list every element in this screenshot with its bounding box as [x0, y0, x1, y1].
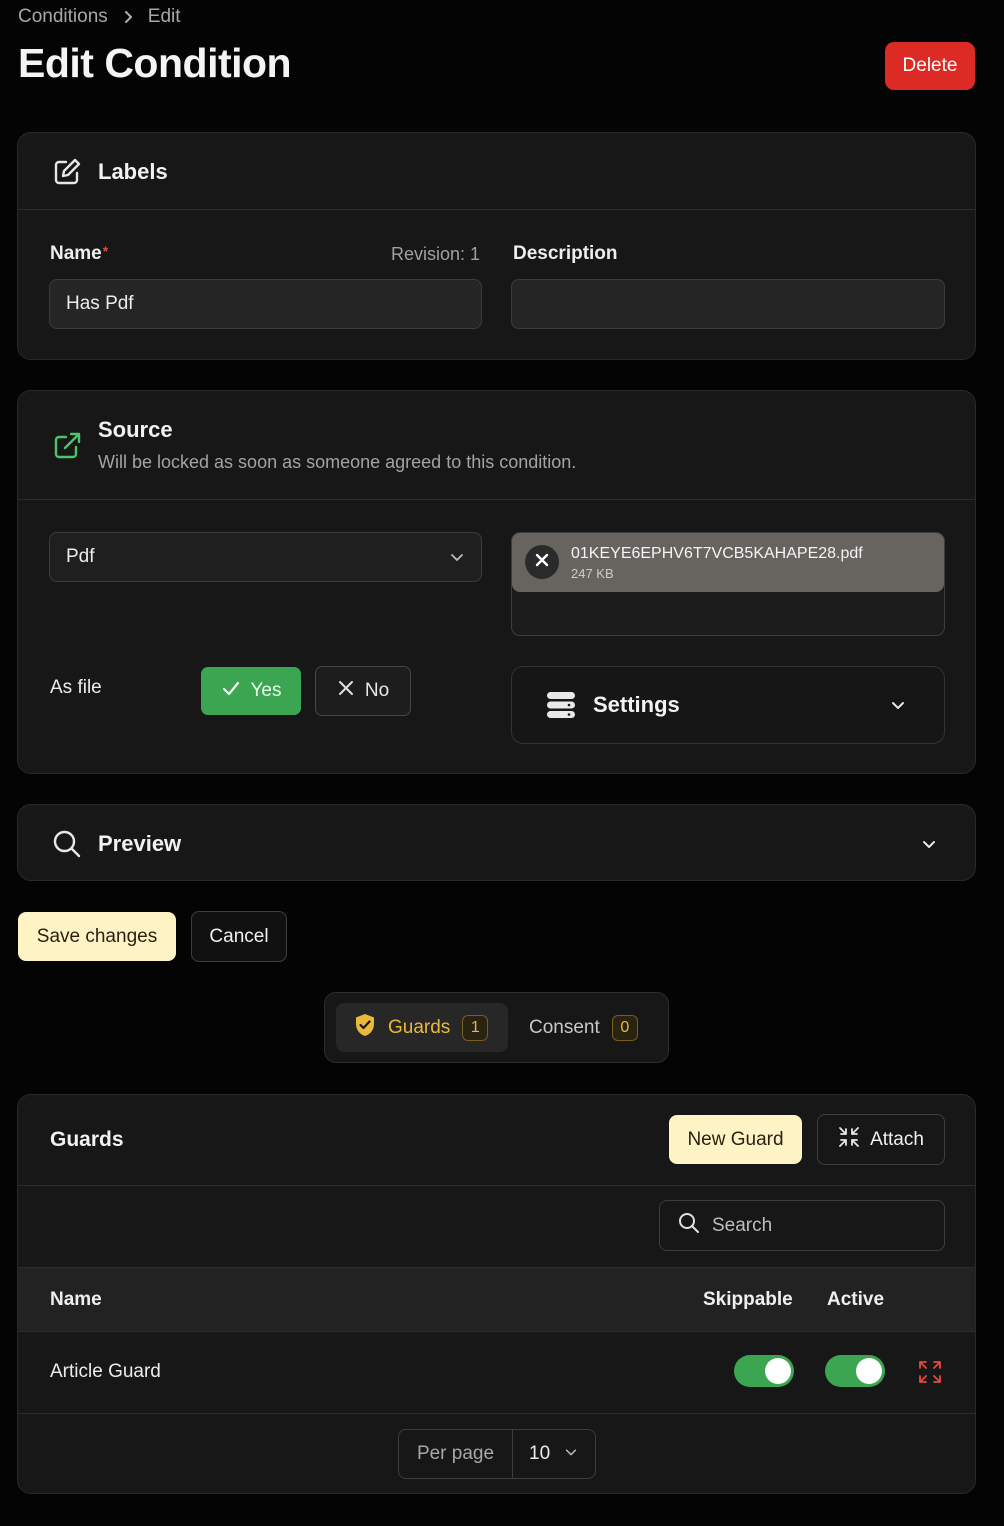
toggle-knob [765, 1358, 791, 1384]
check-icon [221, 678, 241, 704]
required-mark: * [102, 243, 109, 259]
as-file-no-option[interactable]: No [315, 666, 411, 716]
name-label: Name* [50, 243, 108, 265]
guards-table-card: Guards New Guard Attach Search Name Skip… [17, 1094, 976, 1494]
per-page-label: Per page [399, 1430, 513, 1478]
search-icon [678, 1212, 700, 1239]
attach-button[interactable]: Attach [817, 1114, 945, 1165]
external-link-icon [52, 431, 82, 461]
guards-table-title: Guards [50, 1128, 124, 1151]
tab-guards-label: Guards [388, 1016, 451, 1038]
file-upload-dropzone[interactable]: 01KEYE6EPHV6T7VCB5KAHAPE28.pdf 247 KB [511, 532, 945, 636]
detach-button[interactable] [918, 1360, 942, 1389]
server-stack-icon [546, 691, 576, 724]
search-icon [52, 829, 82, 864]
shield-check-icon [354, 1013, 376, 1042]
chevron-down-icon [890, 697, 906, 718]
tab-consent-label: Consent [529, 1016, 600, 1038]
column-header-name[interactable]: Name [50, 1289, 102, 1311]
source-type-value: Pdf [66, 546, 95, 567]
chevron-down-icon [921, 836, 937, 857]
arrows-pointing-in-icon [838, 1126, 860, 1154]
search-placeholder: Search [712, 1214, 773, 1236]
as-file-yes-option[interactable]: Yes [201, 667, 301, 715]
per-page-select[interactable]: Per page 10 [398, 1429, 596, 1479]
source-title: Source [98, 417, 173, 442]
description-label: Description [513, 243, 618, 264]
tab-guards-count: 1 [462, 1014, 489, 1041]
per-page-value-wrap: 10 [513, 1430, 595, 1478]
uploaded-file-item: 01KEYE6EPHV6T7VCB5KAHAPE28.pdf 247 KB [512, 533, 944, 592]
settings-title: Settings [593, 692, 680, 717]
edit-square-icon [52, 157, 82, 187]
chevron-down-icon [449, 549, 465, 571]
source-card: Source Will be locked as soon as someone… [17, 390, 976, 774]
arrows-pointing-out-icon [918, 1361, 942, 1388]
active-toggle[interactable] [825, 1355, 885, 1387]
per-page-value: 10 [529, 1443, 551, 1464]
file-name: 01KEYE6EPHV6T7VCB5KAHAPE28.pdf [571, 545, 863, 562]
source-type-select[interactable]: Pdf [49, 532, 482, 582]
delete-button[interactable]: Delete [885, 42, 975, 90]
as-file-yes-label: Yes [250, 680, 282, 701]
tab-consent-count: 0 [611, 1014, 638, 1041]
new-guard-button[interactable]: New Guard [669, 1115, 802, 1164]
relation-tabs: Guards 1 Consent 0 [324, 992, 669, 1063]
labels-card: Labels Name* Revision: 1 Has Pdf Descrip… [17, 132, 976, 360]
toggle-knob [856, 1358, 882, 1384]
as-file-no-label: No [364, 680, 390, 701]
preview-title: Preview [98, 831, 182, 856]
row-name: Article Guard [50, 1361, 161, 1382]
name-label-text: Name [50, 243, 102, 264]
close-icon [535, 553, 549, 572]
search-input[interactable]: Search [659, 1200, 945, 1251]
breadcrumb: Conditions Edit [18, 6, 181, 28]
breadcrumb-current: Edit [147, 6, 181, 27]
name-input[interactable]: Has Pdf [49, 279, 482, 329]
table-row[interactable]: Article Guard [18, 1332, 975, 1414]
divider [18, 499, 975, 500]
chevron-right-icon [120, 9, 136, 25]
attach-label: Attach [870, 1128, 924, 1150]
skippable-toggle[interactable] [734, 1355, 794, 1387]
tab-guards[interactable]: Guards 1 [336, 1003, 508, 1052]
x-icon [337, 679, 355, 703]
cancel-button[interactable]: Cancel [191, 911, 287, 962]
preview-accordion[interactable]: Preview [17, 804, 976, 881]
labels-title: Labels [98, 159, 168, 184]
page-title: Edit Condition [18, 40, 292, 86]
file-size: 247 KB [571, 566, 614, 581]
column-header-active[interactable]: Active [827, 1289, 884, 1311]
divider [18, 209, 975, 210]
tab-consent[interactable]: Consent 0 [529, 1003, 638, 1052]
chevron-down-icon [564, 1443, 578, 1465]
breadcrumb-parent-link[interactable]: Conditions [18, 6, 108, 28]
save-changes-button[interactable]: Save changes [18, 912, 176, 961]
description-input[interactable] [511, 279, 945, 329]
table-header: Name Skippable Active [18, 1267, 975, 1332]
column-header-skippable[interactable]: Skippable [703, 1289, 793, 1311]
source-subtitle: Will be locked as soon as someone agreed… [98, 452, 577, 472]
remove-file-button[interactable] [525, 545, 559, 579]
settings-accordion[interactable]: Settings [511, 666, 945, 744]
divider [18, 1185, 975, 1186]
revision-text: Revision: 1 [390, 244, 480, 264]
as-file-label: As file [50, 677, 102, 698]
